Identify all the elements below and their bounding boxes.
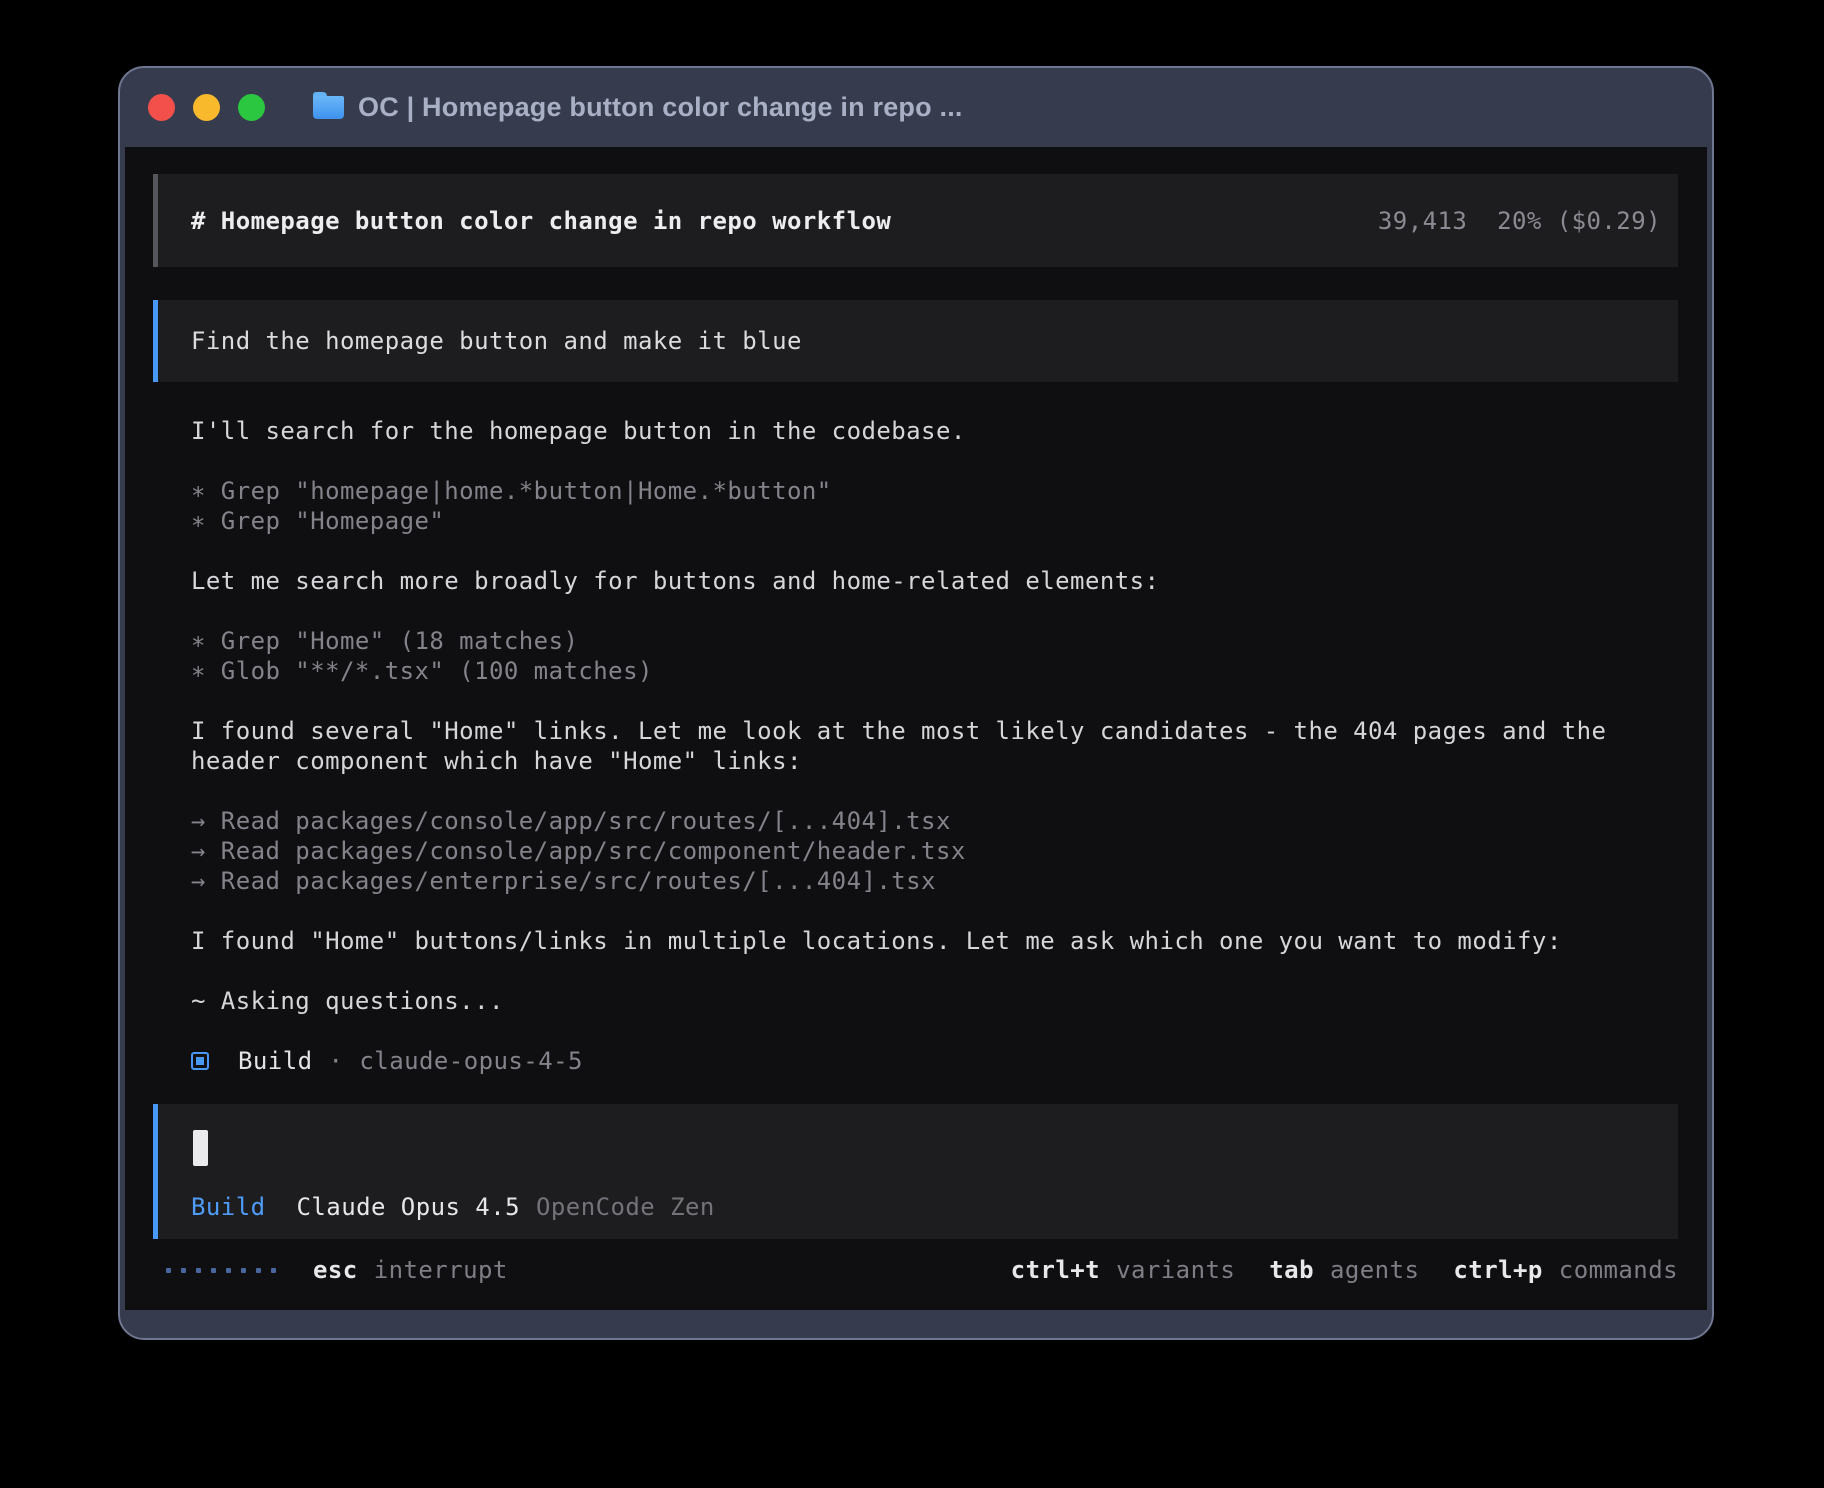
esc-key-hint: esc [313, 1255, 358, 1285]
assistant-text: I'll search for the homepage button in t… [191, 416, 1678, 446]
window-titlebar: OC | Homepage button color change in rep… [120, 68, 1712, 147]
agent-name: Build [238, 1046, 313, 1076]
input-provider: OpenCode Zen [536, 1192, 715, 1222]
session-header: # Homepage button color change in repo w… [153, 174, 1678, 267]
user-message-text: Find the homepage button and make it blu… [191, 326, 802, 356]
terminal-window: OC | Homepage button color change in rep… [118, 66, 1714, 1340]
tool-call-glob: ∗ Glob "**/*.tsx" (100 matches) [191, 656, 1678, 686]
terminal-content: # Homepage button color change in repo w… [125, 147, 1707, 1310]
agent-model: claude-opus-4-5 [359, 1046, 583, 1076]
user-message: Find the homepage button and make it blu… [153, 300, 1678, 382]
shortcut-commands: ctrl+p commands [1453, 1255, 1678, 1285]
assistant-status-text: ~ Asking questions... [191, 986, 1678, 1016]
shortcut-variants: ctrl+t variants [1011, 1255, 1236, 1285]
tool-call-read: → Read packages/console/app/src/routes/[… [191, 806, 1678, 836]
tool-call-grep: ∗ Grep "homepage|home.*button|Home.*butt… [191, 476, 1678, 506]
shortcut-agents: tab agents [1269, 1255, 1419, 1285]
activity-dots [166, 1268, 276, 1273]
assistant-text: Let me search more broadly for buttons a… [191, 566, 1678, 596]
token-usage: 39,413 20% ($0.29) [1378, 206, 1661, 236]
input-mode-label[interactable]: Build [191, 1192, 266, 1222]
assistant-text: I found "Home" buttons/links in multiple… [191, 926, 1678, 956]
shortcut-label: agents [1330, 1255, 1419, 1285]
session-title: # Homepage button color change in repo w… [191, 206, 891, 236]
assistant-text: I found several "Home" links. Let me loo… [191, 716, 1678, 746]
agent-status-line: Build · claude-opus-4-5 [191, 1046, 1678, 1076]
tool-call-grep: ∗ Grep "Home" (18 matches) [191, 626, 1678, 656]
tool-call-read: → Read packages/enterprise/src/routes/[.… [191, 866, 1678, 896]
tool-call-grep: ∗ Grep "Homepage" [191, 506, 1678, 536]
esc-key-label: interrupt [374, 1255, 508, 1285]
window-title: OC | Homepage button color change in rep… [358, 92, 963, 123]
minimize-button[interactable] [193, 94, 220, 121]
agent-icon [191, 1052, 209, 1070]
zoom-button[interactable] [238, 94, 265, 121]
input-meta-line: Build Claude Opus 4.5 OpenCode Zen [191, 1192, 1645, 1222]
text-cursor [193, 1130, 208, 1166]
shortcut-hints: ctrl+t variants tab agents ctrl+p comman… [1011, 1255, 1678, 1285]
assistant-transcript: I'll search for the homepage button in t… [153, 416, 1678, 1076]
shortcut-key: tab [1269, 1255, 1314, 1285]
close-button[interactable] [148, 94, 175, 121]
folder-icon [313, 96, 344, 119]
prompt-input[interactable]: Build Claude Opus 4.5 OpenCode Zen [153, 1104, 1678, 1239]
shortcut-key: ctrl+p [1453, 1255, 1542, 1285]
shortcut-key: ctrl+t [1011, 1255, 1100, 1285]
shortcut-label: commands [1559, 1255, 1678, 1285]
status-bar: esc interrupt ctrl+t variants tab agents… [153, 1255, 1678, 1285]
shortcut-label: variants [1116, 1255, 1235, 1285]
assistant-text: header component which have "Home" links… [191, 746, 1678, 776]
separator-dot: · [329, 1046, 344, 1076]
tool-call-read: → Read packages/console/app/src/componen… [191, 836, 1678, 866]
input-model-name: Claude Opus 4.5 [297, 1192, 521, 1222]
